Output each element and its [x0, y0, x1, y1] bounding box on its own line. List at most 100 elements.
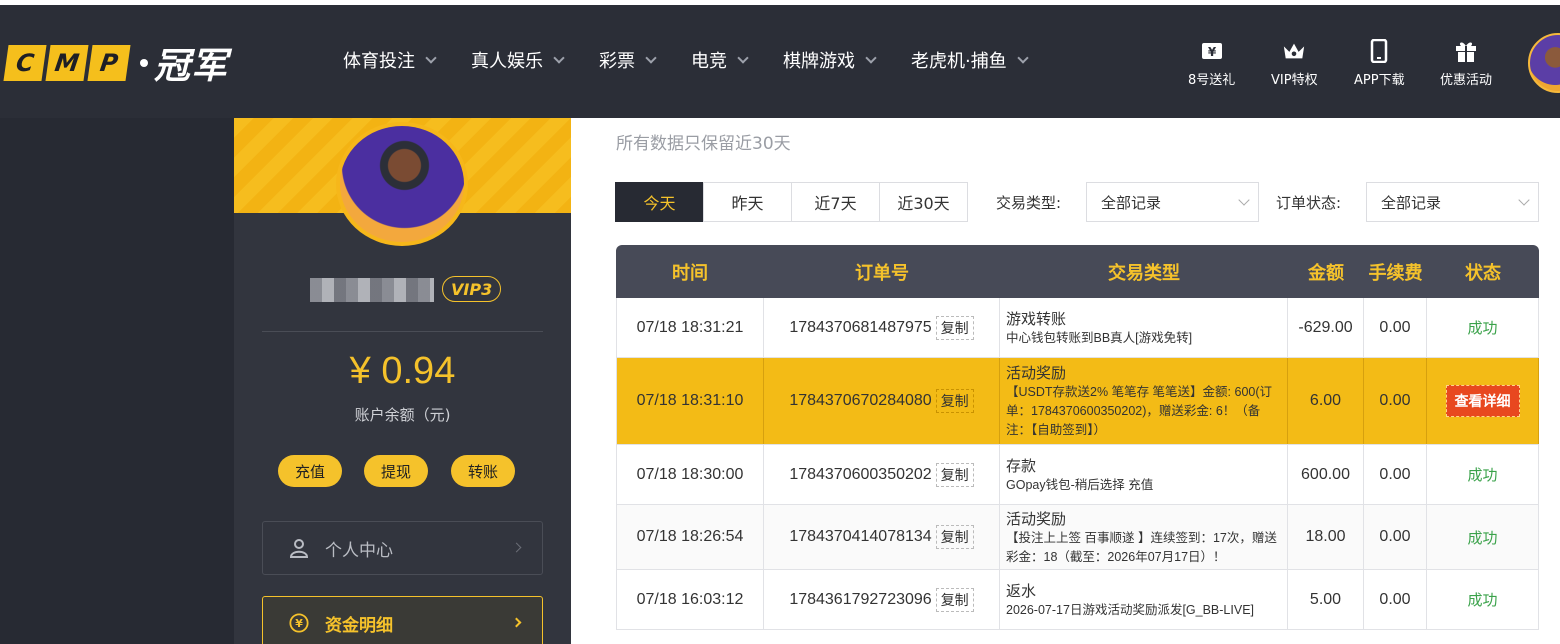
divider: [262, 331, 543, 332]
svg-text:¥: ¥: [1207, 45, 1216, 59]
cell-status: 成功: [1427, 505, 1539, 569]
cell-status: 成功: [1427, 570, 1539, 629]
chevron-right-icon: [511, 542, 522, 553]
crown-icon: [1282, 39, 1306, 63]
tab-yesterday[interactable]: 昨天: [703, 182, 792, 222]
order-number: 1784361792723096: [789, 590, 932, 608]
user-icon: [289, 538, 309, 558]
table-header: 时间 订单号 交易类型 金额 手续费 状态: [616, 245, 1539, 298]
status-success: 成功: [1467, 529, 1498, 547]
vip-badge: VIP3: [442, 276, 502, 302]
tab-last-30-days[interactable]: 近30天: [879, 182, 968, 222]
tab-today[interactable]: 今天: [615, 182, 704, 222]
sidebar-item-personal-center[interactable]: 个人中心: [262, 521, 543, 575]
quick-link-label: VIP特权: [1271, 73, 1318, 88]
quick-link-vip[interactable]: VIP特权: [1271, 39, 1318, 88]
sidebar-item-label: 个人中心: [325, 540, 393, 561]
logo-dot: [140, 59, 148, 67]
nav-item-card-games[interactable]: 棋牌游戏: [783, 47, 877, 73]
nav-item-lottery[interactable]: 彩票: [599, 47, 657, 73]
nav-label: 真人娱乐: [471, 51, 543, 72]
type-title: 返水: [1006, 582, 1037, 600]
cell-type: 存款 GOpay钱包-稍后选择 充值: [1000, 445, 1288, 504]
cell-time: 07/18 18:30:00: [617, 445, 764, 504]
cell-time: 07/18 18:31:10: [617, 358, 764, 444]
top-header: C M P 冠军 体育投注 真人娱乐 彩票 电竞 棋牌游戏 老虎机·捕鱼 ¥ 8…: [0, 5, 1560, 118]
copy-button[interactable]: 复制: [935, 525, 974, 549]
yuan-coin-icon: ¥: [289, 613, 309, 633]
account-sidebar: VIP3 ¥ 0.94 账户余额（元) 充值 提现 转账 个人中心 ¥ 资金明细: [234, 118, 571, 644]
chevron-down-icon: [645, 51, 657, 64]
quick-link-label: APP下载: [1354, 73, 1405, 88]
phone-icon: [1367, 39, 1391, 63]
status-success: 成功: [1467, 592, 1498, 609]
table-row: 07/18 18:26:54 1784370414078134 复制 活动奖励 【投…: [616, 505, 1539, 570]
cell-status: 查看详细: [1427, 358, 1539, 444]
select-value: 全部记录: [1381, 193, 1442, 212]
copy-button[interactable]: 复制: [935, 462, 974, 487]
gift-ticket-icon: ¥: [1200, 39, 1224, 63]
cell-amount: 600.00: [1288, 445, 1364, 504]
nav-label: 电竞: [691, 51, 727, 72]
cell-fee: 0.00: [1364, 298, 1427, 357]
transfer-button[interactable]: 转账: [451, 455, 515, 487]
username-blurred: [310, 278, 434, 302]
deposit-button[interactable]: 充值: [278, 455, 342, 487]
view-details-button[interactable]: 查看详细: [1445, 385, 1520, 417]
chevron-down-icon: [1518, 194, 1530, 206]
order-number: 1784370600350202: [789, 465, 932, 483]
transaction-type-select[interactable]: 全部记录: [1086, 182, 1259, 222]
order-number: 1784370414078134: [789, 528, 932, 545]
nav-label: 彩票: [599, 51, 635, 72]
quick-link-label: 8号送礼: [1188, 73, 1236, 88]
copy-button[interactable]: 复制: [935, 389, 974, 413]
cell-type: 游戏转账中心钱包转账到BB真人[游戏免转]: [1000, 298, 1288, 357]
svg-text:¥: ¥: [295, 617, 303, 630]
type-description: 【USDT存款送2% 笔笔存 笔笔送】金额: 600(订单：1784370600…: [1006, 385, 1273, 437]
type-description: 2026-07-17日游戏活动奖励派发[G_BB-LIVE]: [1006, 602, 1254, 617]
nav-label: 老虎机·捕鱼: [911, 51, 1007, 72]
table-row: 07/18 18:30:00 1784370600350202 复制 存款 GOpa…: [616, 445, 1539, 505]
cell-fee: 0.00: [1364, 505, 1427, 569]
type-title: 游戏转账: [1006, 310, 1067, 328]
nav-item-live-casino[interactable]: 真人娱乐: [471, 47, 565, 73]
cell-amount: 6.00: [1288, 358, 1364, 444]
cell-order: 1784361792723096 复制: [764, 570, 1000, 629]
nav-item-slots-fishing[interactable]: 老虎机·捕鱼: [911, 47, 1029, 73]
chevron-down-icon: [1017, 51, 1029, 64]
withdraw-button[interactable]: 提现: [364, 455, 428, 487]
sidebar-item-fund-details[interactable]: ¥ 资金明细: [262, 596, 543, 644]
cmp-logo[interactable]: C M P 冠军: [3, 43, 228, 87]
cell-type: 活动奖励 【投注上上签 百事顺遂 】连续签到：17次，赠送彩金：18（截至：202…: [1000, 505, 1288, 569]
order-status-select[interactable]: 全部记录: [1366, 182, 1539, 222]
column-header-time: 时间: [672, 262, 708, 284]
profile-avatar[interactable]: [336, 122, 468, 246]
gift-box-icon: [1454, 39, 1478, 63]
chevron-down-icon: [553, 51, 565, 64]
type-description: 中心钱包转账到BB真人[游戏免转]: [1006, 330, 1193, 345]
cell-status: 成功: [1427, 445, 1539, 504]
logo-letter-p: P: [87, 45, 131, 81]
cell-fee: 0.00: [1364, 358, 1427, 444]
type-title: 存款: [1006, 457, 1037, 475]
cell-time: 07/18 16:03:12: [617, 570, 764, 629]
column-header-type: 交易类型: [1108, 262, 1180, 284]
quick-link-gift[interactable]: ¥ 8号送礼: [1188, 39, 1235, 88]
nav-item-sports[interactable]: 体育投注: [343, 47, 437, 73]
column-header-fee: 手续费: [1368, 262, 1423, 284]
copy-button[interactable]: 复制: [935, 587, 974, 612]
tab-last-7-days[interactable]: 近7天: [791, 182, 880, 222]
quick-link-app[interactable]: APP下载: [1354, 39, 1405, 88]
data-retention-notice: 所有数据只保留近30天: [616, 134, 791, 154]
cell-type: 活动奖励 【USDT存款送2% 笔笔存 笔笔送】金额: 600(订单：178437…: [1000, 358, 1288, 444]
user-avatar[interactable]: [1528, 33, 1560, 93]
copy-button[interactable]: 复制: [935, 315, 974, 340]
fund-details-panel: 所有数据只保留近30天 今天 昨天 近7天 近30天 交易类型: 全部记录 订单…: [571, 118, 1560, 644]
order-number: 1784370670284080: [789, 392, 932, 409]
main-nav: 体育投注 真人娱乐 彩票 电竞 棋牌游戏 老虎机·捕鱼: [343, 47, 1063, 73]
quick-link-label: 优惠活动: [1440, 73, 1493, 88]
nav-item-esports[interactable]: 电竞: [691, 47, 749, 73]
cell-amount: -629.00: [1288, 298, 1364, 357]
transaction-type-label: 交易类型:: [996, 194, 1062, 212]
quick-link-promotions[interactable]: 优惠活动: [1440, 39, 1492, 88]
